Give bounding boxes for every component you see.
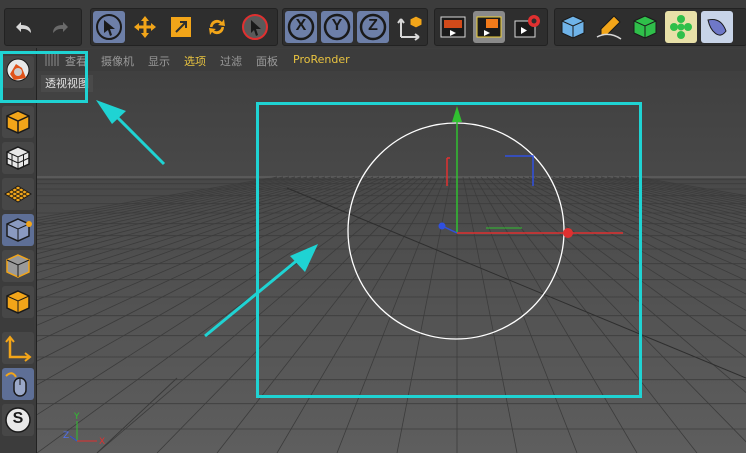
redo-button[interactable] bbox=[45, 11, 77, 43]
objects-group bbox=[554, 8, 746, 46]
workplane-mode-button[interactable] bbox=[2, 178, 34, 210]
axis-indicator-x-label: X bbox=[99, 437, 105, 447]
model-mode-button[interactable] bbox=[2, 106, 34, 138]
cloner-button[interactable] bbox=[665, 11, 697, 43]
axis-x-button[interactable]: X bbox=[285, 11, 317, 43]
undo-button[interactable] bbox=[7, 11, 39, 43]
snap-button[interactable]: S bbox=[2, 404, 34, 436]
annotation-box-viewmode bbox=[0, 51, 88, 103]
axis-z-button[interactable]: Z bbox=[357, 11, 389, 43]
live-select-button[interactable] bbox=[239, 11, 271, 43]
axis-indicator-y-label: Y bbox=[73, 412, 80, 422]
main-toolbar: X Y Z bbox=[0, 0, 746, 49]
point-mode-button[interactable] bbox=[2, 214, 34, 246]
cloner-icon bbox=[670, 15, 692, 39]
axis-y-button[interactable]: Y bbox=[321, 11, 353, 43]
menu-camera[interactable]: 摄像机 bbox=[101, 53, 134, 69]
axis-lock-group: X Y Z bbox=[282, 8, 428, 46]
polygon-mode-button[interactable] bbox=[2, 286, 34, 318]
render-view-icon bbox=[440, 16, 466, 38]
grid-plane-icon bbox=[4, 185, 32, 203]
deformer-button[interactable] bbox=[701, 11, 733, 43]
edge-cube-icon bbox=[6, 254, 30, 278]
subdivision-icon bbox=[633, 15, 657, 39]
viewport-menubar: 查看 摄像机 显示 选项 过滤 面板 ProRender bbox=[37, 49, 746, 71]
cube-wire-icon bbox=[6, 110, 30, 134]
subdivision-button[interactable] bbox=[629, 11, 661, 43]
render-picture-button[interactable] bbox=[473, 11, 505, 43]
undo-icon bbox=[16, 22, 31, 33]
annotation-box-circle bbox=[256, 102, 642, 398]
live-select-icon bbox=[242, 14, 268, 40]
polygon-cube-icon bbox=[6, 290, 30, 314]
axis-corner-icon bbox=[5, 335, 32, 362]
axis-x-label: X bbox=[295, 17, 307, 34]
edge-mode-button[interactable] bbox=[2, 250, 34, 282]
render-settings-button[interactable] bbox=[511, 11, 543, 43]
deformer-icon bbox=[707, 19, 727, 36]
rotate-tool-button[interactable] bbox=[201, 11, 233, 43]
coordinate-system-button[interactable] bbox=[393, 11, 425, 43]
redo-icon bbox=[53, 22, 68, 33]
mode-sidebar: S bbox=[0, 48, 37, 453]
scale-tool-button[interactable] bbox=[165, 11, 197, 43]
transform-tools-group bbox=[90, 8, 278, 46]
render-picture-icon bbox=[476, 16, 502, 38]
axis-indicator-z-label: Z bbox=[63, 431, 69, 441]
menu-display[interactable]: 显示 bbox=[148, 53, 170, 69]
select-tool-button[interactable] bbox=[93, 11, 125, 43]
tweak-mode-button[interactable] bbox=[2, 368, 34, 400]
cube-icon bbox=[561, 15, 585, 39]
pen-button[interactable] bbox=[593, 11, 625, 43]
move-icon bbox=[134, 16, 156, 38]
axis-z-label: Z bbox=[368, 17, 378, 34]
render-group bbox=[434, 8, 548, 46]
coordinate-system-icon bbox=[397, 15, 423, 41]
render-view-button[interactable] bbox=[437, 11, 469, 43]
select-arrow-icon bbox=[96, 14, 122, 40]
snap-label: S bbox=[12, 410, 24, 427]
undo-redo-group bbox=[4, 8, 82, 46]
cube-button[interactable] bbox=[557, 11, 589, 43]
render-settings-icon bbox=[514, 15, 540, 38]
enable-axis-button[interactable] bbox=[2, 332, 34, 364]
menu-options[interactable]: 选项 bbox=[184, 53, 206, 69]
axis-y-label: Y bbox=[331, 17, 343, 34]
menu-filter[interactable]: 过滤 bbox=[220, 53, 242, 69]
texture-mode-button[interactable] bbox=[2, 142, 34, 174]
point-cube-icon bbox=[6, 218, 32, 242]
menu-panel[interactable]: 面板 bbox=[256, 53, 278, 69]
checker-cube-icon bbox=[6, 146, 30, 170]
mouse-icon bbox=[5, 372, 27, 397]
pen-icon bbox=[596, 15, 622, 40]
move-tool-button[interactable] bbox=[129, 11, 161, 43]
menu-prorender[interactable]: ProRender bbox=[293, 53, 350, 66]
scale-icon bbox=[171, 17, 191, 37]
rotate-icon bbox=[209, 19, 225, 35]
